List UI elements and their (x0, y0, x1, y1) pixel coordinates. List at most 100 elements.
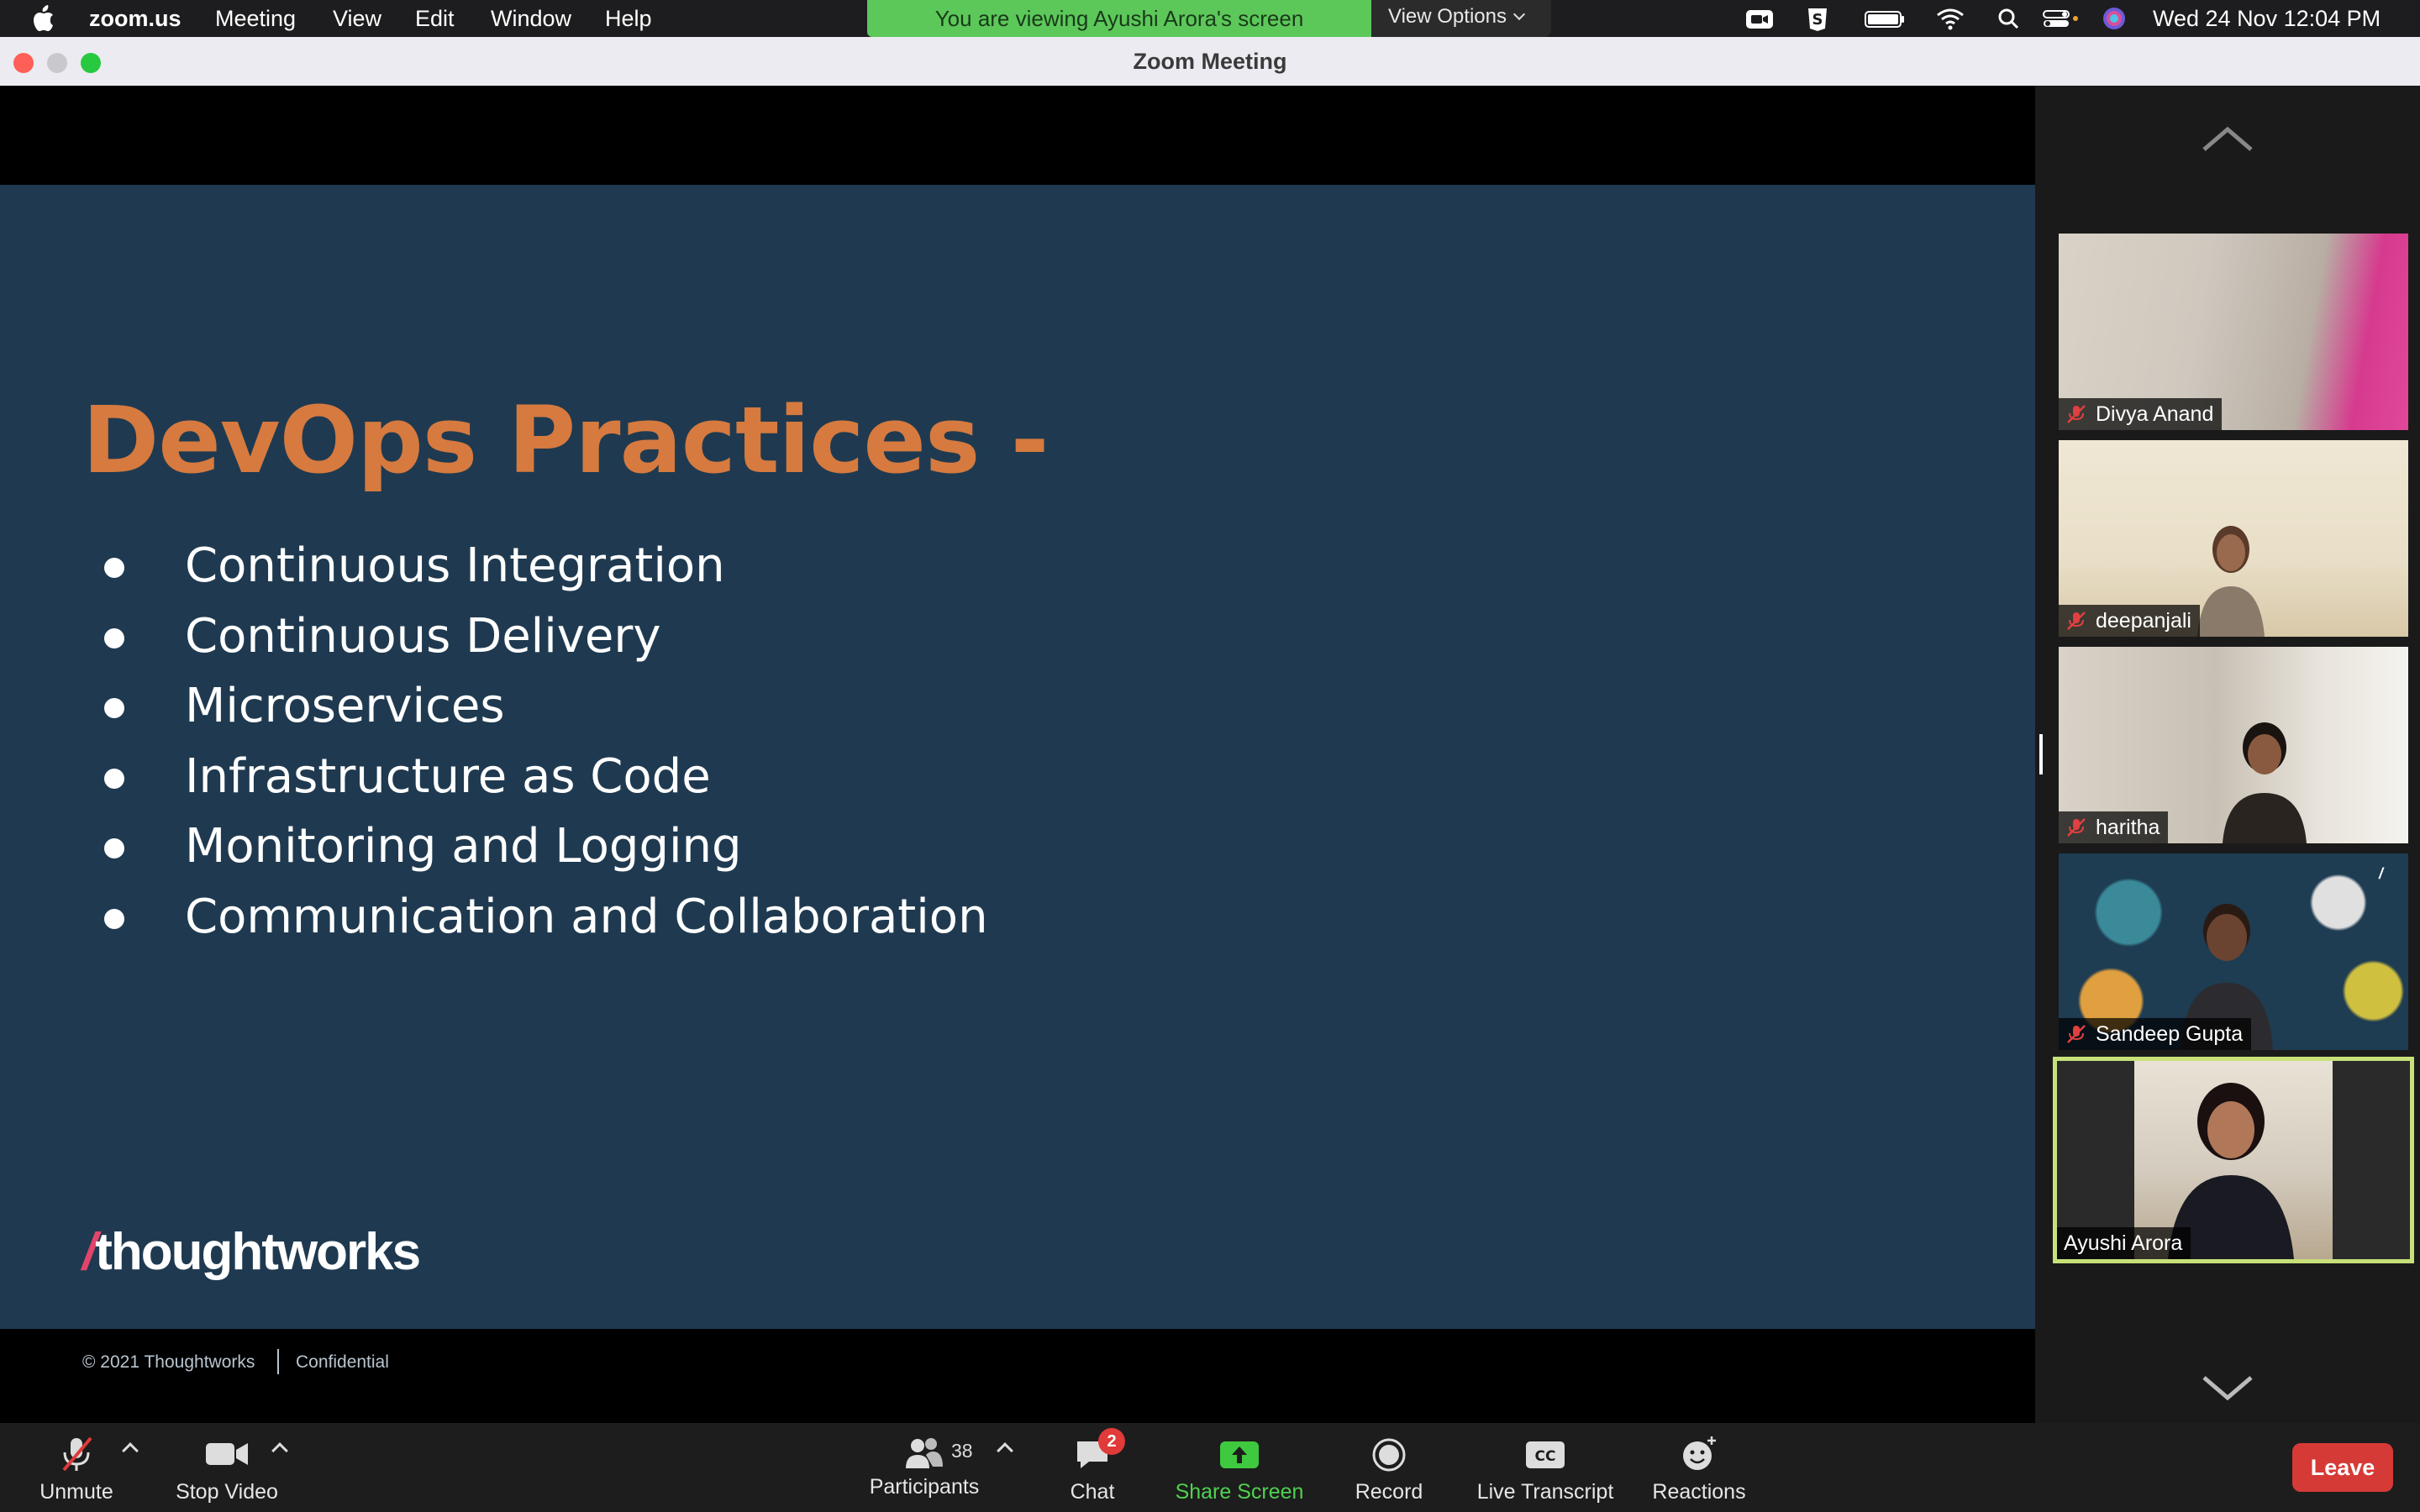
participant-name: deepanjali (2096, 609, 2191, 633)
bullet-dot-icon (104, 698, 124, 718)
participants-options-caret-icon[interactable] (997, 1442, 1013, 1459)
slide-bullet-text: Communication and Collaboration (185, 889, 988, 944)
unmute-button[interactable]: Unmute (24, 1423, 129, 1512)
closed-caption-icon: CC (1526, 1441, 1565, 1468)
video-tile-label: Ayushi Arora (2057, 1227, 2191, 1259)
video-camera-icon (206, 1443, 248, 1465)
thoughtworks-logo: /thoughtworks (82, 1223, 421, 1281)
menu-help[interactable]: Help (605, 6, 652, 32)
slide-confidential: Confidential (296, 1352, 389, 1372)
video-tile-sandeep[interactable]: / Sandeep Gupta (2059, 853, 2408, 1050)
menu-meeting[interactable]: Meeting (215, 6, 296, 32)
skype-s-status-icon[interactable]: S (1805, 5, 1830, 32)
share-screen-icon (1220, 1441, 1259, 1468)
menu-bar-clock[interactable]: Wed 24 Nov 12:04 PM (2153, 6, 2381, 32)
slide-bullet: Continuous Integration (101, 531, 988, 601)
video-tile-label: haritha (2059, 811, 2169, 843)
shared-screen-area[interactable]: DevOps Practices - Continuous Integratio… (0, 86, 2035, 1423)
battery-icon[interactable] (1864, 5, 1906, 32)
video-tile-haritha[interactable]: haritha (2059, 647, 2408, 843)
bullet-dot-icon (104, 838, 124, 858)
participant-name: Sandeep Gupta (2096, 1022, 2244, 1046)
slide-bullet-list: Continuous Integration Continuous Delive… (101, 531, 988, 952)
menu-edit[interactable]: Edit (415, 6, 455, 32)
apple-menu-icon[interactable] (30, 5, 55, 32)
leave-meeting-button[interactable]: Leave (2292, 1443, 2393, 1492)
record-button[interactable]: Record (1344, 1423, 1434, 1512)
stop-video-label: Stop Video (176, 1480, 278, 1504)
view-options-button[interactable]: View Options (1371, 0, 1551, 37)
chat-label: Chat (1070, 1480, 1115, 1504)
view-options-label: View Options (1388, 5, 1507, 28)
bullet-dot-icon (104, 558, 124, 578)
footer-divider (277, 1349, 279, 1374)
muted-microphone-icon (62, 1436, 92, 1472)
macos-menu-bar: zoom.us Meeting View Edit Window Help Yo… (0, 0, 2420, 37)
svg-text:S: S (1812, 11, 1823, 29)
live-transcript-button[interactable]: CC Live Transcript (1469, 1423, 1622, 1512)
background-logo-mark: / (2378, 865, 2383, 882)
bullet-dot-icon (104, 768, 124, 789)
screen-share-banner: You are viewing Ayushi Arora's screen (867, 0, 1371, 37)
video-tile-label: Divya Anand (2059, 398, 2223, 430)
spotlight-search-icon[interactable] (1996, 5, 2020, 32)
participants-icon (906, 1438, 943, 1468)
muted-mic-icon (2067, 405, 2086, 423)
wifi-icon[interactable] (1936, 5, 1965, 32)
participants-label: Participants (869, 1475, 980, 1499)
reactions-emoji-icon (1683, 1436, 1716, 1470)
slide-bullet: Microservices (101, 671, 988, 742)
reactions-label: Reactions (1652, 1480, 1746, 1504)
menu-window[interactable]: Window (491, 6, 571, 32)
stop-video-button[interactable]: Stop Video (168, 1423, 286, 1512)
slide-bullet: Continuous Delivery (101, 601, 988, 672)
reactions-button[interactable]: Reactions (1647, 1423, 1751, 1512)
slide-bullet-text: Microservices (185, 679, 505, 733)
participant-name: haritha (2096, 816, 2160, 839)
slide-bullet-text: Continuous Delivery (185, 608, 661, 664)
participant-count: 38 (951, 1440, 973, 1462)
slide-copyright: © 2021 Thoughtworks (82, 1352, 255, 1372)
participant-name: Divya Anand (2096, 402, 2214, 426)
siri-icon[interactable] (2101, 5, 2128, 32)
participants-button[interactable]: 38 Participants (865, 1423, 983, 1512)
record-label: Record (1355, 1480, 1423, 1504)
svg-text:CC: CC (1535, 1448, 1556, 1465)
zoom-camera-status-icon[interactable] (1744, 5, 1775, 32)
logo-text: thoughtworks (95, 1223, 421, 1281)
participant-name: Ayushi Arora (2064, 1231, 2183, 1255)
slide-bullet-text: Infrastructure as Code (185, 748, 711, 804)
bullet-dot-icon (104, 908, 124, 929)
meeting-controls-toolbar: Unmute Stop Video 38 Participants Chat S… (0, 1423, 2420, 1512)
video-tile-deepanjali[interactable]: deepanjali (2059, 440, 2408, 637)
slide-bullet-text: Continuous Integration (185, 538, 725, 593)
chevron-down-icon (1512, 8, 1526, 21)
record-icon (1372, 1438, 1406, 1472)
share-screen-label: Share Screen (1175, 1480, 1304, 1504)
video-tile-ayushi-active-speaker[interactable]: Ayushi Arora (2053, 1057, 2414, 1263)
presentation-slide: DevOps Practices - Continuous Integratio… (0, 185, 2035, 1374)
menu-app-name[interactable]: zoom.us (89, 6, 182, 32)
slide-title: DevOps Practices - (82, 386, 1049, 494)
muted-mic-icon (2067, 1025, 2086, 1043)
slide-bullet: Monitoring and Logging (101, 811, 988, 882)
slide-bullet: Communication and Collaboration (101, 882, 988, 953)
video-tile-divya[interactable]: Divya Anand (2059, 234, 2408, 430)
window-title-bar: Zoom Meeting (0, 37, 2420, 86)
video-tile-label: Sandeep Gupta (2059, 1018, 2252, 1050)
muted-mic-icon (2067, 612, 2086, 630)
control-center-icon[interactable] (2042, 5, 2081, 32)
participant-gallery: Divya Anand deepanjali haritha / Sandeep… (2035, 86, 2420, 1423)
video-tile-label: deepanjali (2059, 605, 2200, 637)
slide-bullet: Infrastructure as Code (101, 742, 988, 812)
chevron-down-icon[interactable] (2201, 1371, 2254, 1404)
participant-silhouette (2197, 526, 2265, 637)
muted-mic-icon (2067, 818, 2086, 837)
menu-view[interactable]: View (333, 6, 381, 32)
share-screen-button[interactable]: Share Screen (1168, 1423, 1311, 1512)
participant-silhouette (2223, 722, 2307, 843)
gallery-resize-handle[interactable] (2039, 734, 2043, 774)
chevron-up-icon[interactable] (2201, 123, 2254, 156)
live-transcript-label: Live Transcript (1476, 1480, 1614, 1504)
unmute-label: Unmute (39, 1480, 113, 1504)
